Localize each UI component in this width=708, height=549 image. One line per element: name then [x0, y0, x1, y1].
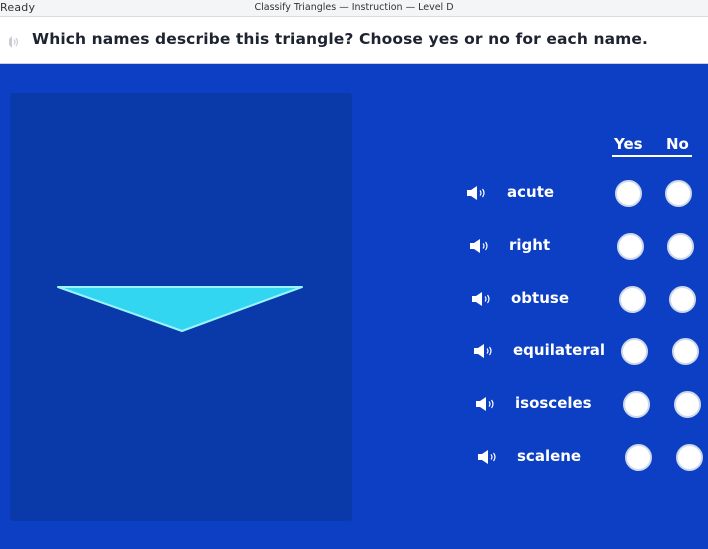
speaker-icon[interactable]: [473, 343, 495, 363]
yes-radio-equilateral[interactable]: [621, 338, 648, 365]
speaker-icon[interactable]: [477, 449, 499, 469]
speaker-icon[interactable]: [475, 396, 497, 416]
no-radio-acute[interactable]: [665, 180, 692, 207]
row-label-equilateral: equilateral: [513, 341, 605, 359]
no-radio-isosceles[interactable]: [674, 391, 701, 418]
question-bar: Which names describe this triangle? Choo…: [0, 17, 708, 64]
no-radio-scalene[interactable]: [676, 444, 703, 471]
row-label-scalene: scalene: [517, 447, 582, 465]
header-divider: [612, 155, 692, 157]
speaker-icon[interactable]: [469, 238, 491, 258]
window-title-bar: Ready Classify Triangles — Instruction —…: [0, 0, 708, 17]
no-radio-right[interactable]: [667, 233, 694, 260]
no-column-header: No: [666, 135, 689, 153]
yes-radio-right[interactable]: [617, 233, 644, 260]
row-label-isosceles: isosceles: [515, 394, 592, 412]
speaker-icon[interactable]: [466, 185, 488, 205]
speaker-icon[interactable]: [471, 291, 493, 311]
row-label-acute: acute: [507, 183, 555, 201]
yes-radio-isosceles[interactable]: [623, 391, 650, 418]
triangle: [57, 286, 303, 332]
yes-column-header: Yes: [614, 135, 643, 153]
window-title: Classify Triangles — Instruction — Level…: [254, 2, 454, 13]
yes-radio-scalene[interactable]: [625, 444, 652, 471]
yes-radio-obtuse[interactable]: [619, 286, 646, 313]
yes-radio-acute[interactable]: [615, 180, 642, 207]
row-label-obtuse: obtuse: [511, 289, 569, 307]
no-radio-obtuse[interactable]: [669, 286, 696, 313]
question-text: Which names describe this triangle? Choo…: [32, 30, 648, 48]
no-radio-equilateral[interactable]: [672, 338, 699, 365]
triangle-figure: [57, 286, 303, 332]
row-label-right: right: [509, 236, 551, 254]
figure-panel: [10, 93, 352, 521]
speaker-icon[interactable]: [4, 34, 20, 53]
